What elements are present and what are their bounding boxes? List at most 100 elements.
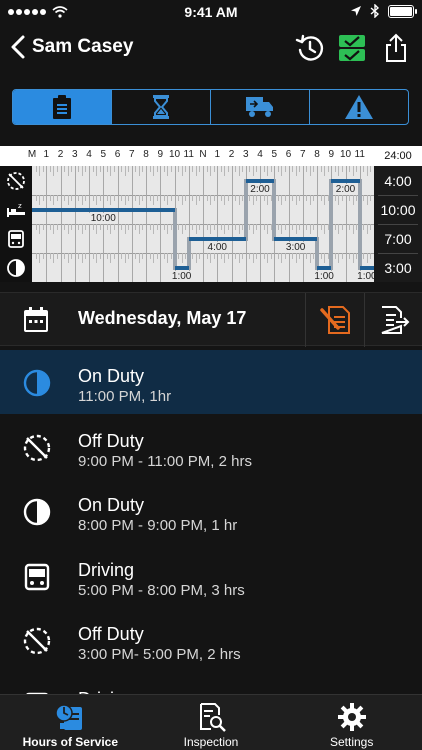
hour-label: 6 [285,149,292,160]
quarter-hour-tick [96,224,98,234]
clipboard-icon [53,95,71,119]
quarter-hour-tick [281,195,283,205]
quarter-hour-tick [320,195,322,201]
quarter-hour-tick [213,166,215,172]
duty-event-row[interactable]: Off Duty 3:00 PM- 5:00 PM, 2 hrs [0,608,422,672]
sleeper-icon: z [7,202,25,217]
quarter-hour-tick [370,195,372,201]
segment-vehicle[interactable] [211,90,310,124]
quarter-hour-tick [167,224,169,234]
quarter-hour-tick [142,166,144,172]
quarter-hour-tick [277,224,279,230]
warning-icon [345,95,373,119]
quarter-hour-tick [113,253,115,259]
duty-event-row[interactable]: On Duty 11:00 PM, 1hr [0,350,422,414]
history-clock-icon[interactable] [294,32,326,64]
duty-event-row[interactable]: Off Duty 9:00 PM - 11:00 PM, 2 hrs [0,415,422,479]
quarter-hour-tick [106,195,108,201]
quarter-hour-tick [224,253,226,263]
duty-event-row[interactable]: On Duty 8:00 PM - 9:00 PM, 1 hr [0,479,422,543]
quarter-hour-tick [224,195,226,205]
back-chevron-icon[interactable] [8,34,30,60]
quarter-hour-tick [281,166,283,176]
segment-time-remaining[interactable] [112,90,211,124]
quarter-hour-tick [113,224,115,230]
quarter-hour-tick [295,224,297,234]
quarter-hour-tick [96,253,98,263]
sign-log-button[interactable] [320,304,352,336]
quarter-hour-tick [153,166,155,176]
quarter-hour-tick [135,195,137,201]
quarter-hour-tick [53,253,55,263]
duty-segment-bar[interactable] [188,236,246,241]
calendar-icon[interactable] [22,306,50,334]
tab-settings[interactable]: Settings [281,695,422,750]
quarter-hour-tick [71,253,73,259]
quarter-hour-tick [277,166,279,172]
duty-segment-bar[interactable] [359,265,374,270]
quarter-hour-tick [192,224,194,230]
duty-segment-bar[interactable] [174,265,189,270]
quarter-hour-tick [210,166,212,176]
status-bar: 9:41 AM [0,0,422,24]
tab-inspection[interactable]: Inspection [141,695,282,750]
divider [378,195,418,196]
duty-segment-bar[interactable] [274,236,317,241]
quarter-hour-tick [195,253,197,263]
segment-violations[interactable] [310,90,408,124]
on-duty-icon [23,369,51,397]
quarter-hour-tick [85,253,87,259]
quarter-hour-tick [324,195,326,205]
duty-event-row[interactable]: Driving 5:00 PM - 8:00 PM, 3 hrs [0,544,422,608]
quarter-hour-tick [206,195,208,201]
quarter-hour-tick [121,195,123,201]
quarter-hour-tick [121,253,123,259]
log-date: Wednesday, May 17 [78,308,247,328]
quarter-hour-tick [138,253,140,263]
quarter-hour-tick [49,253,51,259]
quarter-hour-tick [153,253,155,263]
hour-label: 8 [314,149,320,160]
quarter-hour-tick [341,195,343,201]
quarter-hour-tick [138,195,140,205]
segment-duration-label: 1:00 [355,270,374,282]
duty-segment-bar[interactable] [317,265,332,270]
hour-label: 5 [271,149,278,160]
quarter-hour-tick [334,166,336,172]
view-segment-control [12,89,409,125]
segment-logs[interactable] [13,90,112,124]
quarter-hour-tick [124,224,126,234]
export-log-button[interactable] [378,304,410,336]
quarter-hour-tick [206,224,208,230]
quarter-hour-tick [324,166,326,176]
quarter-hour-tick [92,195,94,201]
quarter-hour-tick [110,224,112,234]
quarter-hour-tick [334,253,336,259]
divider [378,224,418,225]
tab-bar: Hours of Service Inspection Settings [0,694,422,750]
hour-gridline [117,166,119,282]
quarter-hour-tick [306,195,308,201]
quarter-hour-tick [163,195,165,201]
certify-checks-icon[interactable] [336,32,368,64]
hos-chart-area[interactable]: 10:00 1:00 4:00 2:00 3:00 1:00 2:00 1:00 [32,166,374,282]
quarter-hour-tick [295,195,297,205]
status-change-riser [172,207,177,270]
event-status: Off Duty [78,430,144,451]
duty-segment-bar[interactable] [331,178,360,183]
duty-event-row[interactable]: Driving [0,673,422,694]
status-change-riser [357,178,362,270]
share-icon[interactable] [380,32,412,64]
quarter-hour-tick [124,195,126,205]
quarter-hour-tick [106,253,108,259]
quarter-hour-tick [67,195,69,205]
hour-label: 1 [214,149,221,160]
quarter-hour-tick [85,166,87,172]
hour-gridline [288,166,290,282]
status-change-riser [329,178,334,270]
quarter-hour-tick [324,253,326,263]
tab-hours-of-service[interactable]: Hours of Service [0,695,141,750]
duty-segment-bar[interactable] [245,178,275,183]
duty-segment-bar[interactable] [32,207,175,212]
quarter-hour-tick [192,253,194,259]
